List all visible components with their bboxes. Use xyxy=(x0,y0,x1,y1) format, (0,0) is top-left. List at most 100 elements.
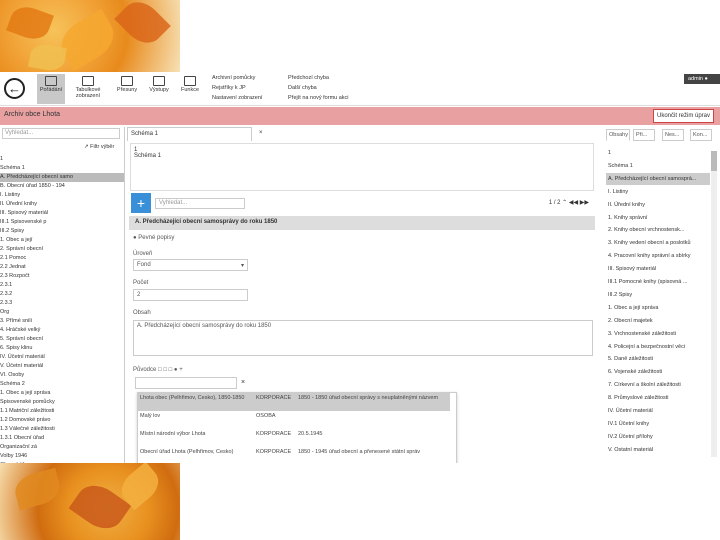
tree-row[interactable]: Obecní úř xyxy=(0,461,124,463)
contents-item[interactable]: III.2 Spisy xyxy=(606,289,710,301)
tree-row[interactable]: 2.3.2 xyxy=(0,290,124,299)
tree-row[interactable]: Schéma 1 xyxy=(0,164,124,173)
count-input[interactable]: 2 xyxy=(133,289,248,301)
tree-row[interactable]: VI. Osoby xyxy=(0,371,124,380)
toolbar-button-functions[interactable]: Funkce xyxy=(176,74,204,104)
back-button[interactable]: ← xyxy=(4,78,25,99)
originator-input[interactable] xyxy=(135,377,237,389)
center-panel: Schéma 1 × 1 Schéma 1 + Vyhledat... 1 / … xyxy=(127,127,597,463)
dropdown-option-name: Lhota obec (Pelhřimov, Česko), 1850-1850 xyxy=(140,395,245,401)
toolbar-button-outputs[interactable]: Výstupy xyxy=(145,74,173,104)
tree-row[interactable]: 1.3 Válečné záležitosti xyxy=(0,425,124,434)
toolbar-button-transfers[interactable]: Přesuny xyxy=(112,74,142,104)
contents-item[interactable]: 6. Vojenské záležitosti xyxy=(606,366,710,378)
tree-row[interactable]: III.2 Spisy xyxy=(0,227,124,236)
tree-row[interactable]: 5. Správní obecní xyxy=(0,335,124,344)
tree-row[interactable]: Volby 1946 xyxy=(0,452,124,461)
contents-item[interactable]: Schéma 1 xyxy=(606,160,710,172)
title-textarea[interactable]: A. Předcházející obecní samosprávy do ro… xyxy=(133,320,593,356)
tab-check[interactable]: Kon... xyxy=(690,129,712,141)
contents-item[interactable]: 2. Knihy obecní vrchnostensk... xyxy=(606,224,710,236)
tree-row[interactable]: Organizační zá xyxy=(0,443,124,452)
tree-row[interactable]: 1.1 Matriční záležitosti xyxy=(0,407,124,416)
right-panel: Obsahy Při... Nes... Kon... 1 Schéma 1 A. … xyxy=(604,127,720,463)
contents-item[interactable]: 1. Obec a její správa xyxy=(606,302,710,314)
tree-row[interactable]: 2.1 Pomoc xyxy=(0,254,124,263)
toolbar-button-table-view[interactable]: Tabulkové zobrazení xyxy=(70,74,106,104)
contents-item[interactable]: 4. Policejní a bezpečnostní věci xyxy=(606,341,710,353)
contents-item[interactable]: 1. Knihy správní xyxy=(606,212,710,224)
dropdown-option[interactable]: Lhota obec (Pelhřimov, Česko), 1850-1850… xyxy=(138,393,450,411)
tree-row[interactable]: 2.3.3 xyxy=(0,299,124,308)
tab-attachments[interactable]: Při... xyxy=(633,129,655,141)
tree-search-input[interactable]: Vyhledat... xyxy=(2,128,120,139)
tree-row[interactable]: 1. Obec a její správa xyxy=(0,389,124,398)
tree-row[interactable]: V. Účetní materiál xyxy=(0,362,124,371)
tree-row[interactable]: Spisovenské pomůcky xyxy=(0,398,124,407)
tree-row[interactable]: 2.3 Rozpočt xyxy=(0,272,124,281)
contents-item[interactable]: 3. Knihy vedení obecní a poslotků xyxy=(606,237,710,249)
tree-row[interactable]: 4. Hráčské velký xyxy=(0,326,124,335)
tree-row[interactable]: 2.2 Jednat xyxy=(0,263,124,272)
contents-item[interactable]: 7. Církevní a školní záležitosti xyxy=(606,379,710,391)
tree-row[interactable]: 2. Správní obecní xyxy=(0,245,124,254)
tree-row[interactable]: 2.3.1 xyxy=(0,281,124,290)
contents-item[interactable]: III.1 Pomocné knihy (spisovná ... xyxy=(606,276,710,288)
contents-item[interactable]: 1 xyxy=(606,147,710,159)
tree-row[interactable]: Schéma 2 xyxy=(0,380,124,389)
contents-item[interactable]: IV.1 Účetní knihy xyxy=(606,418,710,430)
close-icon[interactable]: × xyxy=(259,130,263,136)
exit-edit-mode-button[interactable]: Ukončit režim úprav xyxy=(652,109,714,123)
contents-item[interactable]: IV. Účetní materiál xyxy=(606,405,710,417)
dropdown-option[interactable]: Místní národní výbor Lhota KORPORACE 20.5.… xyxy=(138,429,450,447)
tree-row[interactable]: III.1 Spisovenské p xyxy=(0,218,124,227)
tree-row[interactable]: 1 xyxy=(0,155,124,164)
tab-schema-1[interactable]: Schéma 1 xyxy=(127,127,252,141)
level-select[interactable]: Fond ▾ xyxy=(133,259,248,271)
tree-row[interactable]: 1.2 Domovské právo xyxy=(0,416,124,425)
toolbar-button-organize[interactable]: Pořádání xyxy=(37,74,65,104)
tree-row[interactable]: 1.3.1 Obecní úřad xyxy=(0,434,124,443)
originator-dropdown: Lhota obec (Pelhřimov, Česko), 1850-1850… xyxy=(137,392,457,463)
contents-item[interactable]: 2. Obecní majetek xyxy=(606,315,710,327)
dropdown-option[interactable]: Obecní úřad Lhota (Pelhřimov, Česko) KORP… xyxy=(138,447,450,463)
tab-contents[interactable]: Obsahy xyxy=(606,129,630,141)
dropdown-option[interactable]: Malý lov OSOBA xyxy=(138,411,450,429)
tree-row[interactable]: I. Listiny xyxy=(0,191,124,200)
clear-icon[interactable]: × xyxy=(241,379,245,386)
left-tree-panel: Vyhledat... ↗ Filtr výběr 1 Schéma 1 A. Př… xyxy=(0,127,125,463)
menu-archival-aids[interactable]: Archivní pomůcky xyxy=(212,75,255,81)
user-menu[interactable]: admin ● xyxy=(684,74,720,84)
contents-item[interactable]: V. Ostatní materiál xyxy=(606,444,710,456)
contents-item[interactable]: IV.2 Účetní přílohy xyxy=(606,431,710,443)
tree-row[interactable]: 3. Přímé snili xyxy=(0,317,124,326)
tree-row[interactable]: III. Spisový materiál xyxy=(0,209,124,218)
menu-display-settings[interactable]: Nastavení zobrazení xyxy=(212,95,262,101)
menu-registers[interactable]: Rejstříky k JP xyxy=(212,85,246,91)
tab-unfinished[interactable]: Nes... xyxy=(662,129,684,141)
contents-item[interactable]: 3. Vrchnostenské záležitosti xyxy=(606,328,710,340)
detail-search-input[interactable]: Vyhledat... xyxy=(155,198,245,209)
contents-item[interactable]: 5. Daně záležitosti xyxy=(606,353,710,365)
contents-scrollbar[interactable] xyxy=(711,151,717,457)
contents-item[interactable]: 8. Průmyslové záležitosti xyxy=(606,392,710,404)
contents-item[interactable]: A. Předcházející obecní samosprá... xyxy=(606,172,710,185)
tree-row[interactable]: Org xyxy=(0,308,124,317)
contents-item[interactable]: I. Listiny xyxy=(606,186,710,198)
menu-next-error[interactable]: Další chyba xyxy=(288,85,317,91)
menu-go-to-new-action[interactable]: Přejít na nový formu akci xyxy=(288,95,349,101)
filter-link[interactable]: ↗ Filtr výběr xyxy=(84,144,114,150)
tree-row[interactable]: B. Obecní úřad 1850 - 194 xyxy=(0,182,124,191)
tree-row[interactable]: 6. Spisy klinu xyxy=(0,344,124,353)
dropdown-option-type: KORPORACE xyxy=(256,431,292,437)
contents-item[interactable]: 4. Pracovní knihy správní a sbírky xyxy=(606,250,710,262)
add-button[interactable]: + xyxy=(131,193,151,213)
dropdown-option-name: Malý lov xyxy=(140,413,161,419)
contents-item[interactable]: III. Spisový materiál xyxy=(606,263,710,275)
menu-previous-error[interactable]: Předchozí chyba xyxy=(288,75,329,81)
tree-row[interactable]: 1. Obec a její xyxy=(0,236,124,245)
tree-row[interactable]: II. Úřední knihy xyxy=(0,200,124,209)
contents-item[interactable]: II. Úřední knihy xyxy=(606,199,710,211)
tree-row[interactable]: A. Předcházející obecní samo xyxy=(0,173,124,182)
tree-row[interactable]: IV. Účetní materiál xyxy=(0,353,124,362)
